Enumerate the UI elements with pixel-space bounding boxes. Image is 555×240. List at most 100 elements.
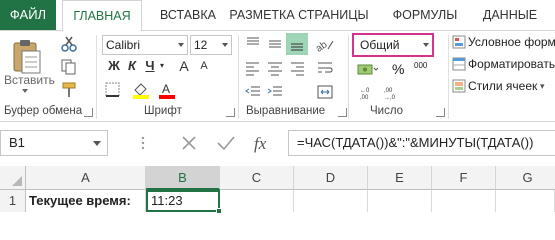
row-header-1[interactable]: 1 <box>0 190 26 212</box>
number-format-value: Общий <box>360 38 400 52</box>
clipboard-dialog-launcher[interactable] <box>84 108 93 117</box>
format-painter-icon[interactable] <box>60 81 78 99</box>
align-left-icon[interactable] <box>244 59 262 77</box>
chevron-down-icon[interactable]: ▾ <box>540 81 545 92</box>
cell-a1[interactable]: Текущее время: <box>26 190 146 212</box>
cell-d1[interactable] <box>294 190 368 212</box>
tab-data[interactable]: ДАННЫЕ <box>470 0 550 30</box>
ribbon: Вставить Буфер обмена Calibri 12 Ж К Ч ▾… <box>0 30 555 122</box>
cancel-icon[interactable] <box>180 134 198 152</box>
chevron-down-icon <box>423 43 429 47</box>
format-table-icon[interactable] <box>452 57 466 71</box>
bold-button[interactable]: Ж <box>106 57 122 75</box>
column-header-a[interactable]: A <box>26 166 146 190</box>
cell-b1[interactable]: 11:23 <box>146 190 222 214</box>
underline-dropdown[interactable]: ▾ <box>158 57 166 75</box>
decrease-decimal-icon[interactable]: ,00 →,0 <box>382 85 402 101</box>
cell-styles-button[interactable]: Стили ячеек <box>468 79 537 93</box>
borders-icon[interactable] <box>104 81 122 99</box>
merge-icon[interactable] <box>316 83 334 101</box>
italic-button[interactable]: К <box>124 57 140 75</box>
fill-color-icon[interactable] <box>132 81 150 99</box>
number-dialog-launcher[interactable] <box>436 108 445 117</box>
shrink-font-button[interactable]: A <box>196 57 212 75</box>
indent-decrease-icon[interactable] <box>244 83 262 101</box>
svg-text:A: A <box>162 82 170 96</box>
font-size-value: 12 <box>194 38 208 52</box>
underline-button[interactable]: Ч <box>142 57 158 75</box>
tab-file[interactable]: ФАЙЛ <box>0 0 56 30</box>
group-divider <box>238 35 239 119</box>
font-color-icon[interactable]: A <box>158 81 176 99</box>
tab-formulas[interactable]: ФОРМУЛЫ <box>388 0 462 30</box>
column-header-g[interactable]: G <box>496 166 555 190</box>
grow-font-button[interactable]: A <box>176 57 192 75</box>
percent-button[interactable]: % <box>392 61 404 77</box>
column-header-b[interactable]: B <box>146 166 220 190</box>
cell-b1-value: 11:23 <box>151 193 183 208</box>
formula-input[interactable]: =ЧАС(ТДАТА())&":"&МИНУТЫ(ТДАТА()) <box>288 130 555 156</box>
tab-home[interactable]: ГЛАВНАЯ <box>62 0 142 31</box>
align-bottom-icon[interactable] <box>286 33 308 55</box>
svg-text:ab: ab <box>314 39 330 53</box>
name-box-value: B1 <box>9 135 25 150</box>
column-header-c[interactable]: C <box>220 166 294 190</box>
copy-icon[interactable] <box>60 58 78 76</box>
align-center-icon[interactable] <box>266 59 284 77</box>
font-family-select[interactable]: Calibri <box>102 35 188 55</box>
svg-text:fx: fx <box>254 134 267 153</box>
drag-handle-icon[interactable] <box>140 132 146 154</box>
chevron-down-icon <box>178 43 184 47</box>
number-format-select[interactable]: Общий <box>352 33 434 57</box>
select-all-triangle <box>12 176 22 186</box>
font-group-label: Шрифт <box>144 105 182 117</box>
chevron-down-icon <box>222 43 228 47</box>
ribbon-tab-bar: ФАЙЛ ГЛАВНАЯ ВСТАВКА РАЗМЕТКА СТРАНИЦЫ Ф… <box>0 0 555 31</box>
svg-text:,00: ,00 <box>384 88 393 94</box>
column-header-e[interactable]: E <box>368 166 432 190</box>
fx-icon[interactable]: fx <box>252 132 276 154</box>
group-divider <box>348 35 349 119</box>
enter-icon[interactable] <box>216 134 236 152</box>
conditional-format-button[interactable]: Условное форма <box>468 35 555 49</box>
font-family-value: Calibri <box>106 38 141 52</box>
indent-increase-icon[interactable] <box>266 83 284 101</box>
group-divider <box>448 35 449 119</box>
tab-insert[interactable]: ВСТАВКА <box>150 0 226 30</box>
cell-e1[interactable] <box>368 190 432 212</box>
cell-styles-icon[interactable] <box>452 79 466 93</box>
thousands-separator-button[interactable]: 000 <box>414 61 427 70</box>
paste-button-label[interactable]: Вставить <box>4 73 55 87</box>
increase-decimal-icon[interactable]: ←0 ,00 <box>358 85 378 101</box>
wrap-text-icon[interactable] <box>316 59 334 77</box>
conditional-format-icon[interactable] <box>452 35 466 49</box>
align-right-icon[interactable] <box>288 59 306 77</box>
column-header-d[interactable]: D <box>294 166 368 190</box>
select-all-button[interactable] <box>0 166 26 190</box>
paste-dropdown-arrow[interactable] <box>22 89 28 93</box>
clipboard-group-label: Буфер обмена <box>4 105 83 117</box>
cell-g1[interactable] <box>496 190 555 212</box>
align-middle-icon[interactable] <box>266 35 284 53</box>
align-top-icon[interactable] <box>244 35 262 53</box>
paste-icon[interactable] <box>8 37 46 75</box>
tab-page-layout[interactable]: РАЗМЕТКА СТРАНИЦЫ <box>228 0 370 30</box>
alignment-group-label: Выравнивание <box>246 105 326 117</box>
format-as-table-button[interactable]: Форматировать <box>468 57 555 71</box>
formula-bar: B1 fx =ЧАС(ТДАТА())&":"&МИНУТЫ(ТДАТА()) <box>0 126 555 160</box>
formula-buttons: fx <box>110 130 286 156</box>
cell-c1[interactable] <box>220 190 294 212</box>
name-box[interactable]: B1 <box>0 130 108 156</box>
alignment-dialog-launcher[interactable] <box>338 108 347 117</box>
svg-text:←0: ←0 <box>360 88 370 94</box>
number-group-label: Число <box>370 105 404 117</box>
font-size-select[interactable]: 12 <box>190 35 232 55</box>
group-divider <box>96 35 97 119</box>
svg-text:→,0: →,0 <box>384 95 396 101</box>
column-header-f[interactable]: F <box>432 166 496 190</box>
currency-icon[interactable] <box>356 61 378 79</box>
orientation-icon[interactable]: ab <box>314 35 336 53</box>
font-dialog-launcher[interactable] <box>226 108 235 117</box>
cut-icon[interactable] <box>60 35 78 53</box>
cell-f1[interactable] <box>432 190 496 212</box>
